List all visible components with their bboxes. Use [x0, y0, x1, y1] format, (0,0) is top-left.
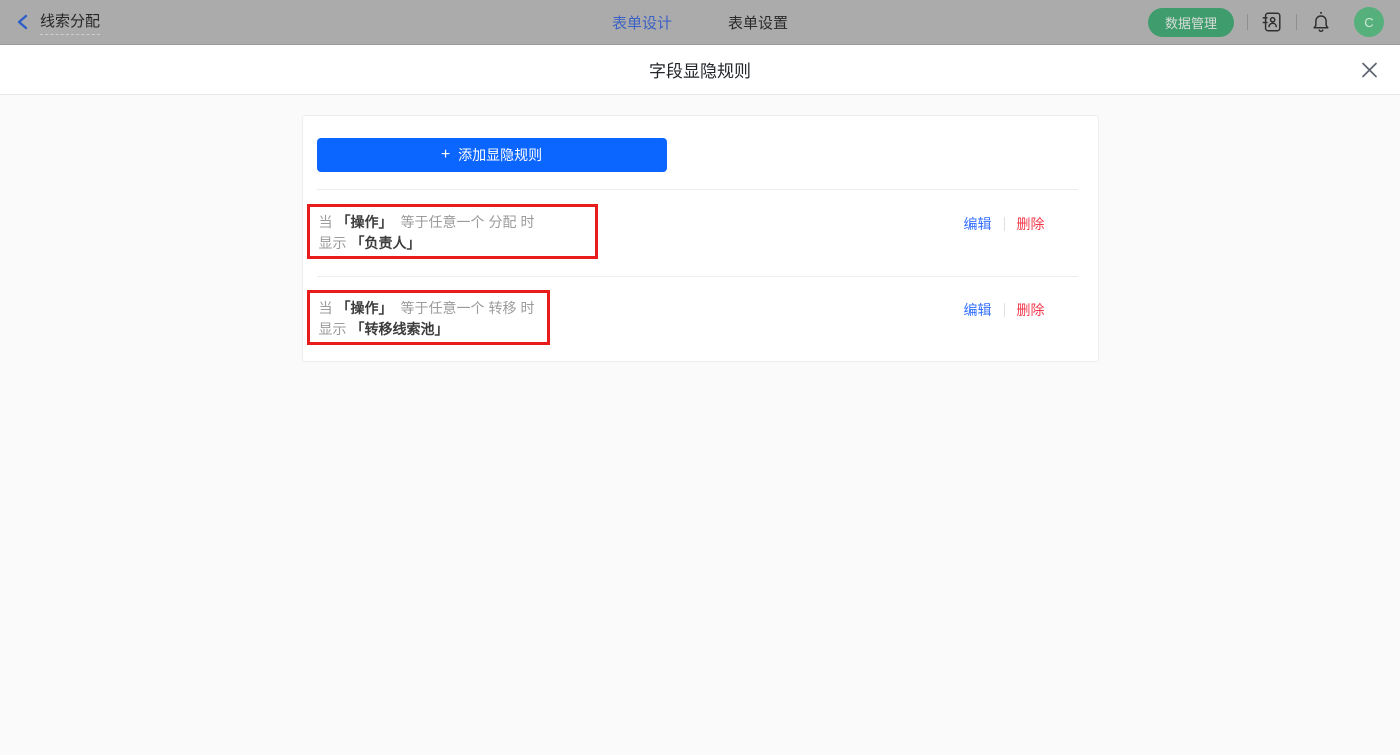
avatar[interactable]: C [1354, 7, 1384, 37]
edit-rule-link[interactable]: 编辑 [964, 300, 992, 320]
tab-form-design[interactable]: 表单设计 [612, 12, 672, 33]
modal-body: + 添加显隐规则 当「操作」等于任意一个分配时 显示「负责人」 编辑 删除 [0, 95, 1400, 362]
rules-card: + 添加显隐规则 当「操作」等于任意一个分配时 显示「负责人」 编辑 删除 [301, 115, 1099, 362]
contacts-book-icon[interactable] [1261, 11, 1283, 33]
rule-show: 显示 [318, 235, 347, 251]
card-top: + 添加显隐规则 [303, 116, 1098, 189]
action-divider [1003, 217, 1005, 231]
back-nav[interactable]: 线索分配 [16, 10, 101, 35]
header-divider [1247, 14, 1248, 30]
rule-suffix: 时 [520, 300, 535, 316]
rule-field: 「操作」 [336, 214, 393, 230]
action-divider [1003, 303, 1005, 317]
back-label[interactable]: 线索分配 [40, 10, 101, 35]
delete-rule-link[interactable]: 删除 [1017, 300, 1045, 320]
close-icon[interactable] [1361, 61, 1378, 78]
rule-condition-line: 当「操作」 等于任意一个 分配时 [319, 212, 586, 233]
rule-suffix: 时 [520, 214, 535, 230]
rule-actions: 编辑 删除 [964, 300, 1045, 320]
rule-target-field: 「负责人」 [350, 235, 421, 251]
rule-highlight-box[interactable]: 当「操作」 等于任意一个 转移时 显示 「转移线索池」 [306, 290, 550, 345]
top-header: 线索分配 表单设计 表单设置 数据管理 C [0, 0, 1400, 45]
rule-condition-line: 当「操作」 等于任意一个 转移时 [319, 298, 538, 319]
plus-icon: + [440, 146, 451, 163]
header-divider [1296, 14, 1297, 30]
rule-operator: 等于任意一个 [400, 300, 485, 316]
page-title: 字段显隐规则 [649, 62, 751, 81]
chevron-left-icon[interactable] [16, 14, 30, 30]
rule-show: 显示 [318, 321, 347, 337]
rule-row: 当「操作」 等于任意一个 分配时 显示 「负责人」 编辑 删除 [303, 190, 1098, 276]
add-rule-button[interactable]: + 添加显隐规则 [316, 138, 667, 172]
add-rule-label: 添加显隐规则 [458, 147, 543, 163]
rule-actions: 编辑 删除 [964, 214, 1045, 234]
tab-form-settings[interactable]: 表单设置 [728, 12, 788, 33]
rule-value: 分配 [488, 214, 517, 230]
rule-result-line: 显示 「负责人」 [319, 233, 586, 254]
rule-operator: 等于任意一个 [400, 214, 485, 230]
edit-rule-link[interactable]: 编辑 [964, 214, 992, 234]
rule-when: 当 [318, 214, 333, 230]
rule-highlight-box[interactable]: 当「操作」 等于任意一个 分配时 显示 「负责人」 [306, 204, 598, 259]
rule-result-line: 显示 「转移线索池」 [319, 319, 538, 340]
rule-field: 「操作」 [336, 300, 393, 316]
header-tabs: 表单设计 表单设置 [612, 0, 788, 44]
rule-row: 当「操作」 等于任意一个 转移时 显示 「转移线索池」 编辑 删除 [303, 277, 1098, 361]
header-actions: 数据管理 C [1147, 7, 1384, 37]
bell-icon[interactable] [1310, 10, 1332, 34]
delete-rule-link[interactable]: 删除 [1017, 214, 1045, 234]
rule-value: 转移 [488, 300, 517, 316]
rule-when: 当 [318, 300, 333, 316]
modal-titlebar: 字段显隐规则 [0, 45, 1400, 95]
rule-target-field: 「转移线索池」 [350, 321, 449, 337]
data-manage-button[interactable]: 数据管理 [1147, 7, 1234, 37]
